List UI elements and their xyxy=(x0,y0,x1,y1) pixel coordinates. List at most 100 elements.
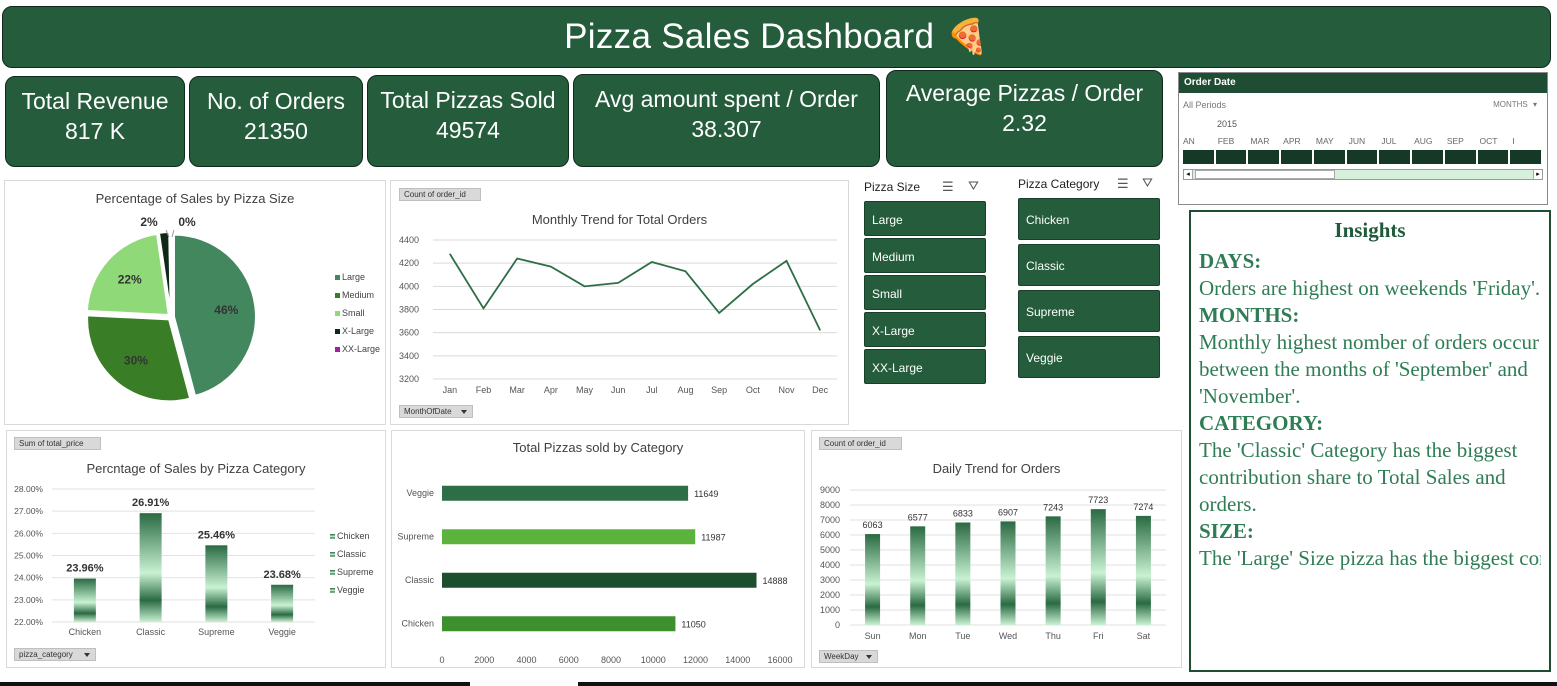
kpi-label: No. of Orders xyxy=(206,88,346,114)
bar-thu xyxy=(1045,516,1061,625)
legend-label: Supreme xyxy=(337,567,374,577)
slicer-item-chicken[interactable]: Chicken xyxy=(1018,198,1160,240)
x-tick-label: May xyxy=(576,385,594,395)
kpi-label: Average Pizzas / Order xyxy=(905,80,1144,106)
kpi-label: Total Revenue xyxy=(21,88,169,114)
timeline-month-bar[interactable] xyxy=(1379,150,1412,164)
y-tick-label: 4400 xyxy=(399,235,419,245)
x-tick-label: Aug xyxy=(677,385,693,395)
x-tick-label: 10000 xyxy=(641,655,666,665)
multi-select-icon[interactable]: ☰ xyxy=(942,179,954,195)
axis-field-dropdown[interactable]: MonthOfDate xyxy=(399,405,473,418)
timeline-month-bar[interactable] xyxy=(1281,150,1313,164)
timeline-month-label: JUN xyxy=(1348,136,1366,146)
size-pie-panel: Percentage of Sales by Pizza Size 46% 30%… xyxy=(4,180,386,425)
slicer-item-supreme[interactable]: Supreme xyxy=(1018,290,1160,332)
slicer-item-x-large[interactable]: X-Large xyxy=(864,312,986,347)
x-tick-label: Fri xyxy=(1093,631,1104,641)
y-tick-label: 8000 xyxy=(820,500,840,510)
timeline-month-bar[interactable] xyxy=(1346,150,1379,164)
timeline-month-label: JUL xyxy=(1381,136,1397,146)
timeline-month-bar[interactable] xyxy=(1215,150,1248,164)
y-tick-label: 5000 xyxy=(820,545,840,555)
scroll-right-icon[interactable]: ▸ xyxy=(1533,170,1542,179)
data-label: 7274 xyxy=(1133,502,1153,512)
insight-body-days: Orders are highest on weekends 'Friday'. xyxy=(1199,276,1541,300)
x-tick-label: Jan xyxy=(443,385,458,395)
pie-data-label: 2% xyxy=(140,215,158,229)
timeline-month-label: FEB xyxy=(1217,136,1235,146)
bar-classic xyxy=(139,513,162,622)
legend-swatch xyxy=(335,329,340,334)
data-label: 25.46% xyxy=(198,529,236,541)
timeline-month-bar[interactable] xyxy=(1248,150,1281,164)
timeline-month-bar[interactable] xyxy=(1477,150,1510,164)
legend-swatch xyxy=(335,293,340,298)
size-pie-chart: 46% 30% 22% 2% 0% Large Medium Small X-Large XX-L… xyxy=(85,215,380,403)
timeline-month-labels: AN FEB MAR APR MAY JUN JUL AUG SEP OCT I xyxy=(1183,136,1543,146)
x-tick-label: Jun xyxy=(611,385,626,395)
clear-filter-icon[interactable]: ⛛ xyxy=(968,178,979,194)
timeline-scroll-thumb[interactable] xyxy=(1195,170,1335,179)
timeline-month-bar[interactable] xyxy=(1510,150,1542,164)
legend-label: Large xyxy=(342,272,365,282)
axis-field-label: MonthOfDate xyxy=(404,407,452,416)
dropdown-arrow-icon xyxy=(866,655,872,659)
slicer-item-large[interactable]: Large xyxy=(864,201,986,236)
timeline-level-select[interactable]: MONTHS ▾ xyxy=(1493,100,1537,109)
legend-swatch xyxy=(330,534,335,539)
order-date-timeline[interactable]: Order Date All Periods MONTHS ▾ 2015 AN F… xyxy=(1178,72,1548,205)
timeline-month-bar[interactable] xyxy=(1183,150,1215,164)
scroll-left-icon[interactable]: ◂ xyxy=(1184,170,1193,179)
y-tick-label: 0 xyxy=(835,620,840,630)
dashboard-title: Pizza Sales Dashboard xyxy=(564,17,935,56)
data-label: 11649 xyxy=(694,489,718,499)
timeline-month-bar[interactable] xyxy=(1444,150,1477,164)
pie-data-label: 22% xyxy=(118,272,142,286)
timeline-year: 2015 xyxy=(1217,119,1238,129)
y-tick-label: 6000 xyxy=(820,530,840,540)
x-tick-label: Classic xyxy=(136,627,166,637)
legend-swatch xyxy=(335,347,340,352)
legend-label: X-Large xyxy=(342,326,374,336)
bar-classic xyxy=(442,572,757,588)
multi-select-icon[interactable]: ☰ xyxy=(1117,176,1129,192)
clear-filter-icon[interactable]: ⛛ xyxy=(1142,175,1153,191)
legend-swatch xyxy=(330,570,335,575)
slicer-item-xx-large[interactable]: XX-Large xyxy=(864,349,986,384)
kpi-number-of-orders: No. of Orders 21350 xyxy=(189,76,363,167)
y-tick-label: 3400 xyxy=(399,351,419,361)
x-tick-label: Mon xyxy=(909,631,927,641)
timeline-month-bar[interactable] xyxy=(1412,150,1444,164)
slicer-item-classic[interactable]: Classic xyxy=(1018,244,1160,286)
y-tick-label: 3800 xyxy=(399,305,419,315)
insight-body-size: The 'Large' Size pizza has the biggest c… xyxy=(1199,546,1541,570)
timeline-month-bar[interactable] xyxy=(1313,150,1346,164)
x-tick-label: 4000 xyxy=(516,655,536,665)
axis-field-label: pizza_category xyxy=(19,650,73,659)
timeline-scrollbar[interactable]: ◂ ▸ xyxy=(1183,169,1543,180)
timeline-month-bars[interactable] xyxy=(1183,150,1543,164)
x-tick-label: Dec xyxy=(812,385,829,395)
x-tick-label: 6000 xyxy=(559,655,579,665)
y-tick-label: 1000 xyxy=(820,605,840,615)
slicer-item-medium[interactable]: Medium xyxy=(864,238,986,273)
legend-swatch xyxy=(335,311,340,316)
axis-field-dropdown[interactable]: pizza_category xyxy=(14,648,96,661)
x-tick-label: Jul xyxy=(646,385,658,395)
insight-heading-size: SIZE: xyxy=(1199,519,1254,543)
x-tick-label: Wed xyxy=(999,631,1017,641)
slicer-item-small[interactable]: Small xyxy=(864,275,986,310)
y-tick-label: 7000 xyxy=(820,515,840,525)
daily-trend-panel: Count of order_id Daily Trend for Orders… xyxy=(811,430,1182,668)
pie-data-label: 46% xyxy=(214,303,238,317)
y-tick-label: 4000 xyxy=(820,560,840,570)
timeline-header: Order Date xyxy=(1179,73,1547,93)
kpi-value: 2.32 xyxy=(1002,110,1047,136)
data-label: 7243 xyxy=(1043,502,1063,512)
data-label: 11987 xyxy=(701,532,725,542)
data-label: 11050 xyxy=(681,619,705,629)
x-tick-label: Mar xyxy=(509,385,525,395)
axis-field-dropdown[interactable]: WeekDay xyxy=(819,650,878,663)
slicer-item-veggie[interactable]: Veggie xyxy=(1018,336,1160,378)
